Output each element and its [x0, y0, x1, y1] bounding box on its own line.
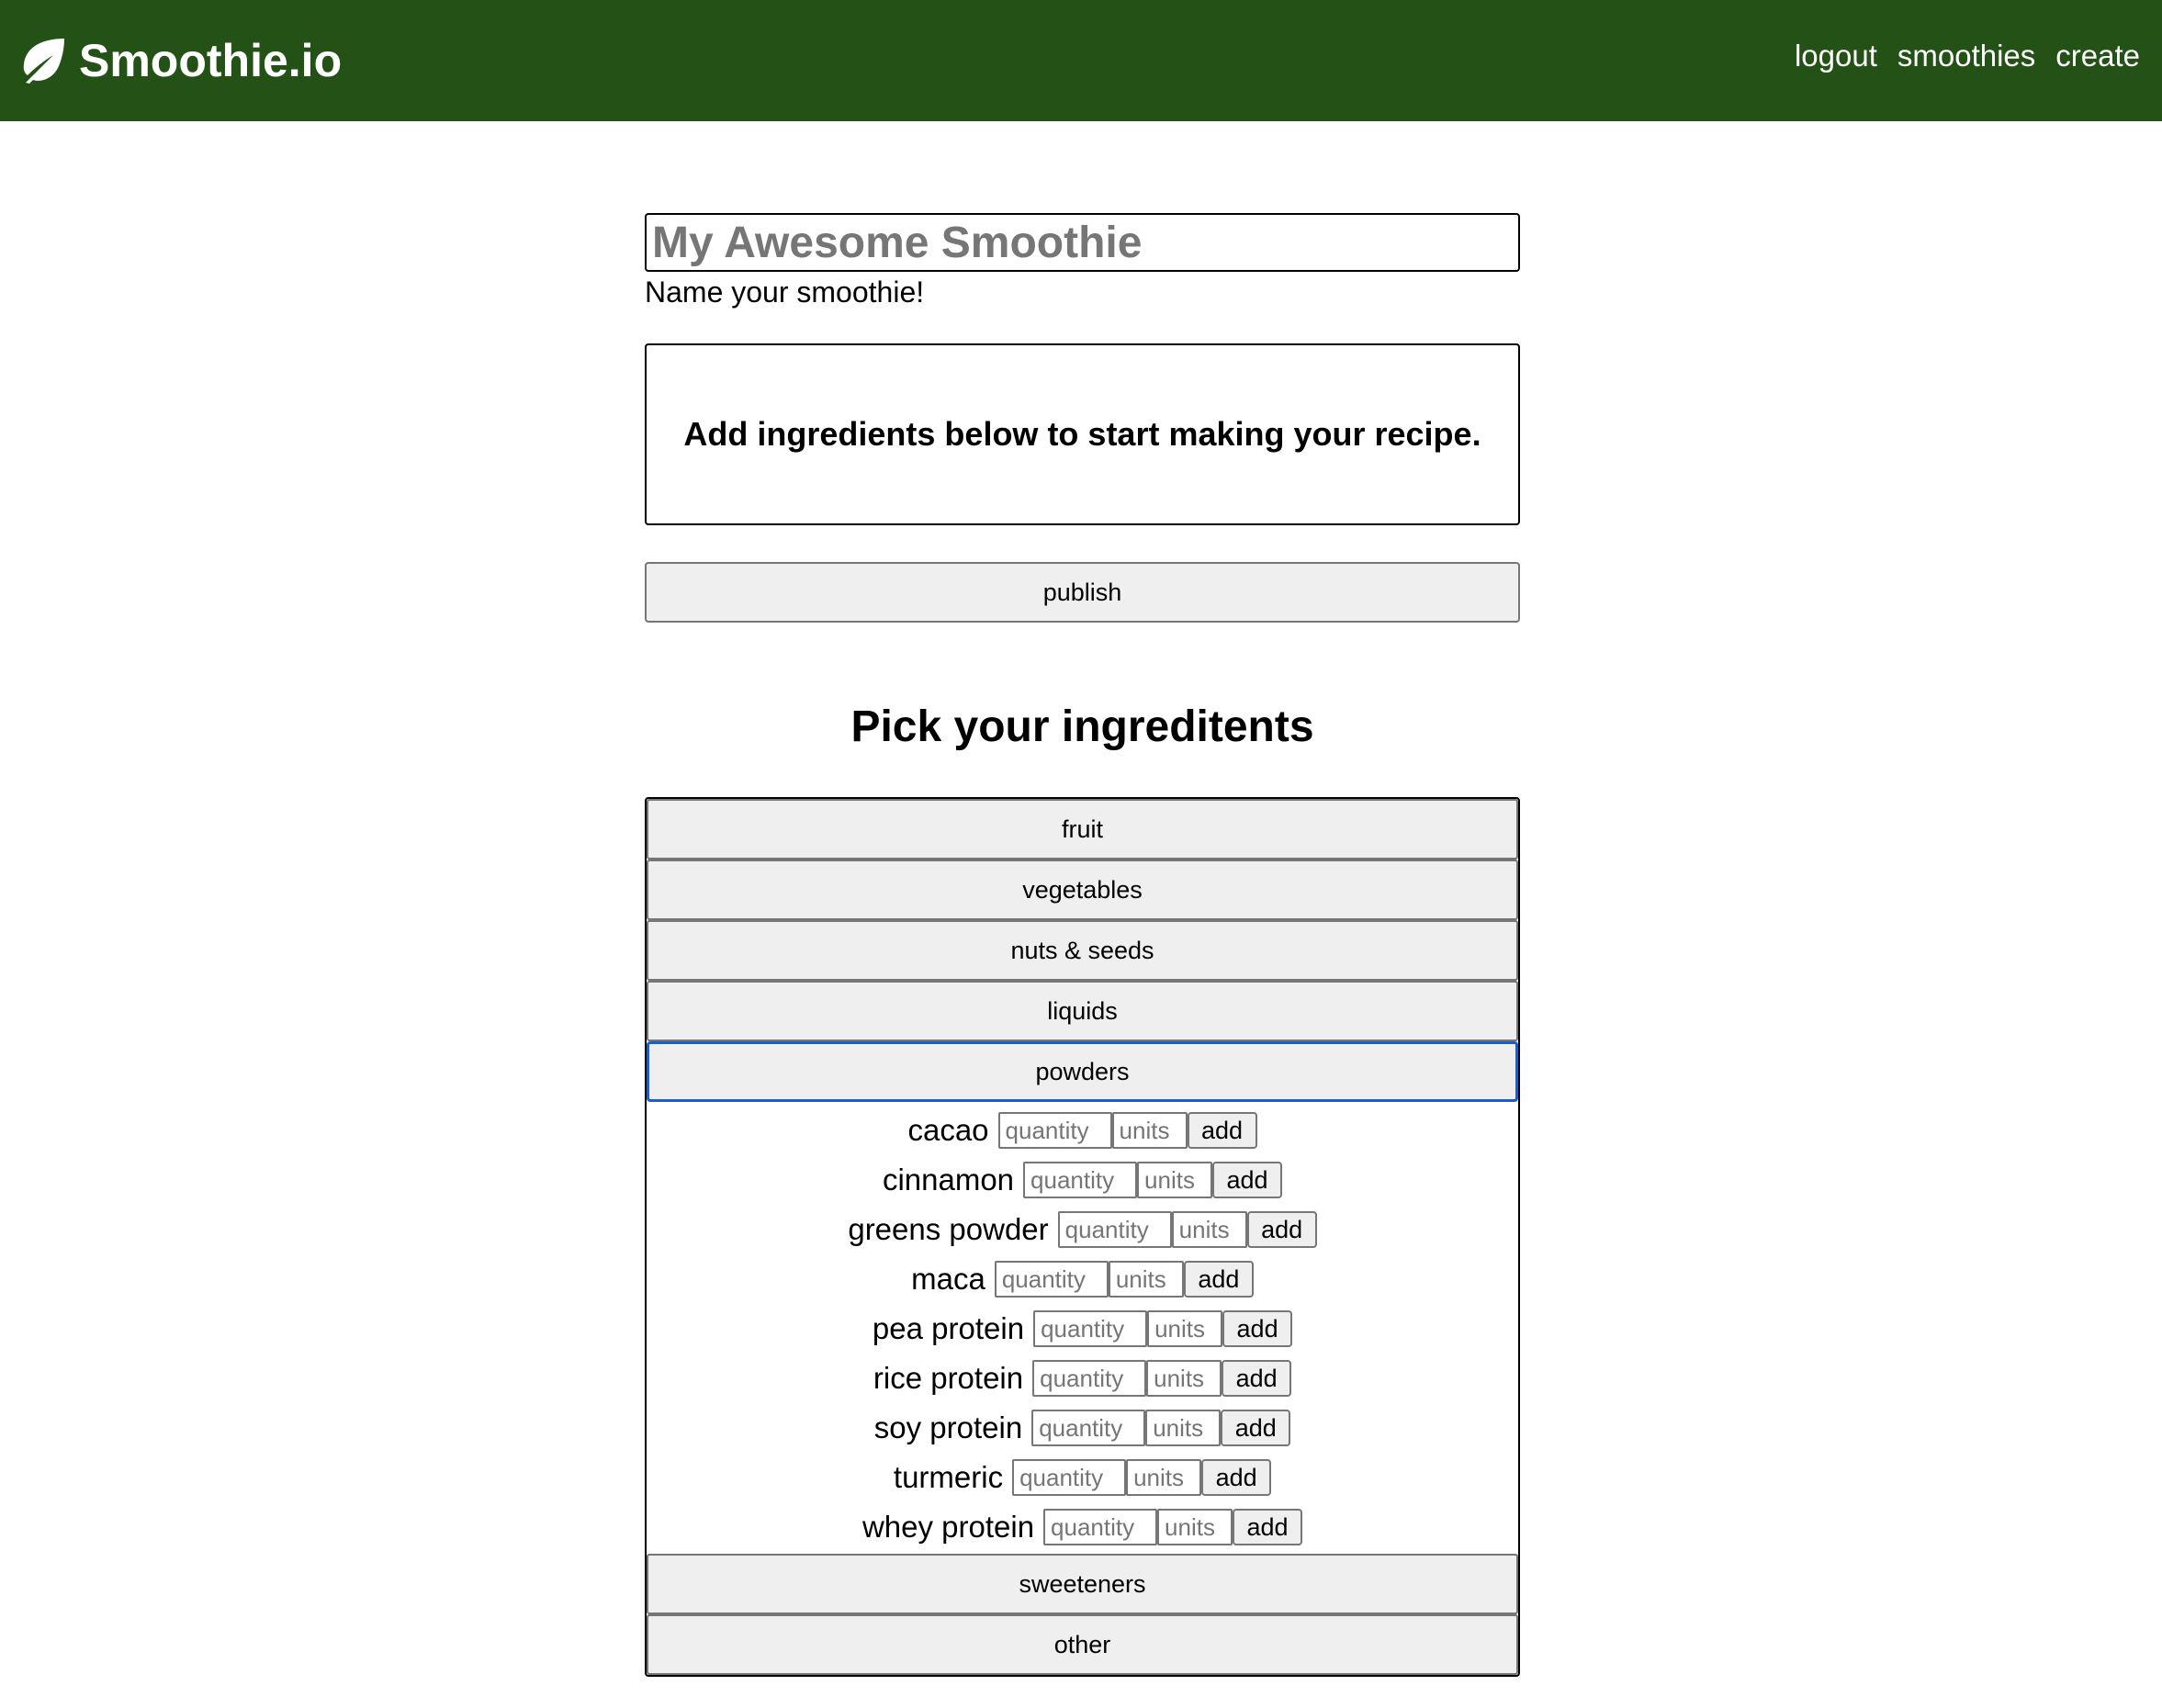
nav-logout-link[interactable]: logout: [1795, 39, 1877, 73]
category-sweeteners-button[interactable]: sweeteners: [647, 1554, 1518, 1614]
add-ingredient-button[interactable]: add: [1221, 1410, 1291, 1446]
ingredient-name: soy protein: [873, 1410, 1023, 1444]
units-input[interactable]: [1147, 1310, 1223, 1347]
units-input[interactable]: [1171, 1211, 1247, 1248]
units-input[interactable]: [1111, 1112, 1188, 1149]
ingredient-name: turmeric: [893, 1460, 1004, 1494]
smoothie-name-help: Name your smoothie!: [645, 275, 925, 309]
publish-button[interactable]: publish: [645, 562, 1520, 623]
leaf-icon: [23, 39, 65, 84]
ingredient-row-rice-protein: rice protein add: [647, 1354, 1518, 1403]
quantity-input[interactable]: [1032, 1360, 1147, 1397]
units-input[interactable]: [1108, 1261, 1184, 1298]
brand-link[interactable]: Smoothie.io: [17, 33, 342, 88]
category-powders-button[interactable]: powders: [647, 1041, 1518, 1102]
add-ingredient-button[interactable]: add: [1212, 1162, 1283, 1198]
add-ingredient-button[interactable]: add: [1246, 1211, 1317, 1248]
units-input[interactable]: [1145, 1410, 1222, 1446]
ingredient-row-cinnamon: cinnamon add: [647, 1155, 1518, 1205]
units-input[interactable]: [1137, 1162, 1213, 1198]
add-ingredient-button[interactable]: add: [1233, 1509, 1303, 1545]
powders-ingredient-list: cacao add cinnamon add greens powder add maca a…: [647, 1102, 1518, 1554]
units-input[interactable]: [1146, 1360, 1222, 1397]
add-ingredient-button[interactable]: add: [1201, 1459, 1272, 1496]
ingredient-row-pea-protein: pea protein add: [647, 1304, 1518, 1354]
quantity-input[interactable]: [994, 1261, 1109, 1298]
category-nuts-and-seeds-button[interactable]: nuts & seeds: [647, 920, 1518, 981]
smoothie-name-input[interactable]: [645, 213, 1520, 272]
ingredient-name: rice protein: [873, 1361, 1024, 1395]
recipe-empty-message: Add ingredients below to start making yo…: [683, 415, 1481, 453]
add-ingredient-button[interactable]: add: [1183, 1261, 1254, 1298]
main-nav: logout smoothies create: [1795, 39, 2140, 73]
units-input[interactable]: [1126, 1459, 1202, 1496]
top-nav-bar: Smoothie.io logout smoothies create: [0, 0, 2162, 121]
recipe-preview: Add ingredients below to start making yo…: [645, 343, 1520, 525]
add-ingredient-button[interactable]: add: [1222, 1360, 1292, 1397]
ingredient-row-greens-powder: greens powder add: [647, 1205, 1518, 1254]
category-fruit-button[interactable]: fruit: [647, 799, 1518, 860]
ingredient-name: pea protein: [872, 1311, 1025, 1345]
nav-create-link[interactable]: create: [2055, 39, 2140, 73]
quantity-input[interactable]: [1033, 1310, 1148, 1347]
quantity-input[interactable]: [997, 1112, 1112, 1149]
quantity-input[interactable]: [1023, 1162, 1138, 1198]
add-ingredient-button[interactable]: add: [1187, 1112, 1257, 1149]
category-vegetables-button[interactable]: vegetables: [647, 860, 1518, 920]
ingredient-category-accordion: fruit vegetables nuts & seeds liquids powde…: [645, 797, 1520, 1677]
units-input[interactable]: [1157, 1509, 1233, 1545]
ingredient-name: whey protein: [861, 1510, 1035, 1544]
category-other-button[interactable]: other: [647, 1614, 1518, 1675]
category-liquids-button[interactable]: liquids: [647, 981, 1518, 1041]
ingredient-row-maca: maca add: [647, 1254, 1518, 1304]
ingredient-name: maca: [911, 1262, 985, 1296]
quantity-input[interactable]: [1012, 1459, 1127, 1496]
add-ingredient-button[interactable]: add: [1222, 1310, 1293, 1347]
quantity-input[interactable]: [1031, 1410, 1146, 1446]
ingredient-row-soy-protein: soy protein add: [647, 1403, 1518, 1453]
create-smoothie-form: Name your smoothie! Add ingredients belo…: [645, 213, 1520, 1677]
ingredient-row-whey-protein: whey protein add: [647, 1502, 1518, 1552]
quantity-input[interactable]: [1043, 1509, 1158, 1545]
ingredient-name: cacao: [907, 1113, 989, 1147]
quantity-input[interactable]: [1057, 1211, 1172, 1248]
ingredient-row-turmeric: turmeric add: [647, 1453, 1518, 1502]
ingredients-title: Pick your ingreditents: [850, 702, 1314, 751]
ingredient-name: greens powder: [848, 1212, 1049, 1246]
ingredient-name: cinnamon: [882, 1163, 1015, 1197]
ingredient-row-cacao: cacao add: [647, 1106, 1518, 1155]
brand-name: Smoothie.io: [79, 35, 343, 86]
nav-smoothies-link[interactable]: smoothies: [1897, 39, 2035, 73]
